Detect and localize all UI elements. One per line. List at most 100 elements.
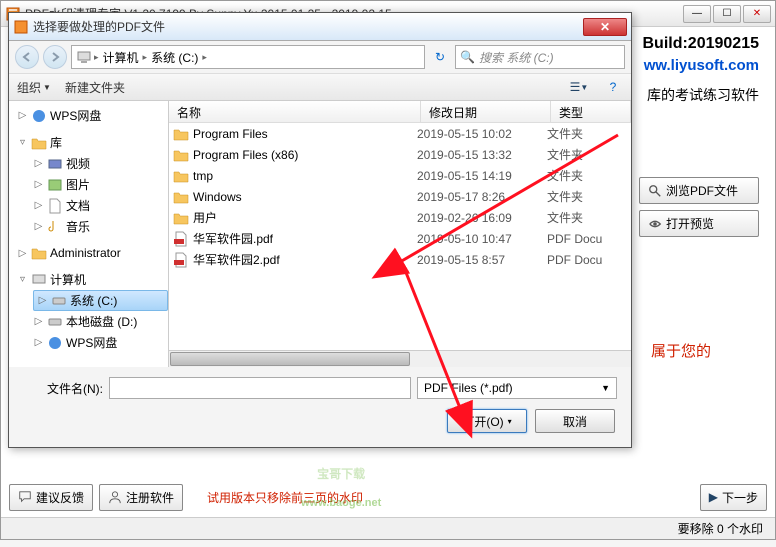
file-date: 2019-05-15 13:32 — [417, 148, 547, 162]
next-label: 下一步 — [722, 489, 758, 506]
file-type: 文件夹 — [547, 167, 627, 184]
file-type: 文件夹 — [547, 188, 627, 205]
list-item[interactable]: Program Files (x86)2019-05-15 13:32文件夹 — [169, 144, 631, 165]
dialog-icon — [13, 19, 29, 35]
next-button[interactable]: ▶ 下一步 — [700, 484, 767, 511]
view-button[interactable]: ☰ ▼ — [569, 77, 589, 97]
nav-forward-button[interactable] — [43, 45, 67, 69]
pdf-icon — [173, 252, 189, 268]
build-label: Build:20190215 — [642, 35, 759, 53]
folder-icon — [173, 147, 189, 163]
file-date: 2019-05-15 14:19 — [417, 169, 547, 183]
tree-drive-c[interactable]: ▷系统 (C:) — [33, 290, 168, 311]
cancel-button[interactable]: 取消 — [535, 409, 615, 433]
search-icon: 🔍 — [460, 50, 475, 64]
dialog-toolbar: 组织 ▼ 新建文件夹 ☰ ▼ ? — [9, 73, 631, 101]
list-item[interactable]: Program Files2019-05-15 10:02文件夹 — [169, 123, 631, 144]
tree-wps[interactable]: ▷WPS网盘 — [9, 105, 168, 126]
file-name: 用户 — [193, 209, 417, 226]
list-item[interactable]: 用户2019-02-26 16:09文件夹 — [169, 207, 631, 228]
user-icon — [108, 490, 122, 504]
tree-admin[interactable]: ▷Administrator — [9, 243, 168, 263]
col-type[interactable]: 类型 — [551, 101, 631, 122]
browse-pdf-button[interactable]: 浏览PDF文件 — [639, 177, 759, 204]
file-date: 2019-05-15 8:57 — [417, 253, 547, 267]
filename-label: 文件名(N): — [23, 380, 103, 397]
horizontal-scrollbar[interactable] — [169, 350, 631, 367]
list-item[interactable]: 华军软件园2.pdf2019-05-15 8:57PDF Docu — [169, 249, 631, 270]
chat-icon — [18, 490, 32, 504]
promo-label: 库的考试练习软件 — [647, 85, 759, 105]
filetype-filter[interactable]: PDF Files (*.pdf)▼ — [417, 377, 617, 399]
close-button[interactable]: ✕ — [743, 5, 771, 23]
register-button[interactable]: 注册软件 — [99, 484, 183, 511]
file-date: 2019-05-15 10:02 — [417, 127, 547, 141]
search-icon — [648, 184, 662, 198]
file-name: Program Files — [193, 127, 417, 141]
preview-icon — [648, 217, 662, 231]
file-type: 文件夹 — [547, 125, 627, 142]
tree-library[interactable]: ▿库 — [9, 132, 168, 153]
list-item[interactable]: 华军软件园.pdf2019-05-10 10:47PDF Docu — [169, 228, 631, 249]
list-item[interactable]: Windows2019-05-17 8:26文件夹 — [169, 186, 631, 207]
dialog-nav: ▸ 计算机 ▸ 系统 (C:) ▸ ↻ 🔍 搜索 系统 (C:) — [9, 41, 631, 73]
col-name[interactable]: 名称 — [169, 101, 421, 122]
tree-wps2[interactable]: ▷WPS网盘 — [9, 332, 168, 353]
dialog-title: 选择要做处理的PDF文件 — [33, 18, 583, 35]
open-button[interactable]: 打开(O)▾ — [447, 409, 527, 433]
dialog-close-button[interactable]: ✕ — [583, 18, 627, 36]
folder-icon — [173, 126, 189, 142]
list-header: 名称 修改日期 类型 — [169, 101, 631, 123]
tree-drive-d[interactable]: ▷本地磁盘 (D:) — [9, 311, 168, 332]
file-date: 2019-05-17 8:26 — [417, 190, 547, 204]
organize-menu[interactable]: 组织 ▼ — [17, 79, 51, 96]
file-date: 2019-05-10 10:47 — [417, 232, 547, 246]
computer-icon — [76, 49, 92, 65]
file-type: 文件夹 — [547, 146, 627, 163]
file-name: 华军软件园.pdf — [193, 230, 417, 247]
tree-documents[interactable]: ▷文档 — [9, 195, 168, 216]
help-button[interactable]: ? — [603, 77, 623, 97]
col-date[interactable]: 修改日期 — [421, 101, 551, 122]
refresh-button[interactable]: ↻ — [429, 46, 451, 68]
search-placeholder: 搜索 系统 (C:) — [479, 49, 554, 66]
breadcrumb-computer[interactable]: 计算机 — [101, 49, 141, 66]
breadcrumb[interactable]: ▸ 计算机 ▸ 系统 (C:) ▸ — [71, 45, 425, 69]
file-date: 2019-02-26 16:09 — [417, 211, 547, 225]
minimize-button[interactable]: — — [683, 5, 711, 23]
folder-tree[interactable]: ▷WPS网盘 ▿库 ▷视频 ▷图片 ▷文档 ▷音乐 ▷Administrator… — [9, 101, 169, 367]
file-type: PDF Docu — [547, 253, 627, 267]
tree-video[interactable]: ▷视频 — [9, 153, 168, 174]
file-open-dialog: 选择要做处理的PDF文件 ✕ ▸ 计算机 ▸ 系统 (C:) ▸ ↻ 🔍 搜索 … — [8, 12, 632, 448]
status-bar: 要移除 0 个水印 — [1, 517, 775, 539]
folder-icon — [173, 168, 189, 184]
tree-music[interactable]: ▷音乐 — [9, 216, 168, 237]
newfolder-button[interactable]: 新建文件夹 — [65, 79, 125, 96]
maximize-button[interactable]: ☐ — [713, 5, 741, 23]
open-preview-label: 打开预览 — [666, 215, 714, 232]
list-item[interactable]: tmp2019-05-15 14:19文件夹 — [169, 165, 631, 186]
register-label: 注册软件 — [126, 489, 174, 506]
file-name: tmp — [193, 169, 417, 183]
tree-pictures[interactable]: ▷图片 — [9, 174, 168, 195]
file-name: Program Files (x86) — [193, 148, 417, 162]
file-list: 名称 修改日期 类型 Program Files2019-05-15 10:02… — [169, 101, 631, 367]
folder-icon — [173, 210, 189, 226]
file-type: PDF Docu — [547, 232, 627, 246]
red-text: 属于您的 — [651, 340, 711, 361]
feedback-label: 建议反馈 — [36, 489, 84, 506]
trial-note: 试用版本只移除前三页的水印 — [207, 489, 363, 506]
pdf-icon — [173, 231, 189, 247]
url-label: ww.liyusoft.com — [644, 57, 759, 74]
open-preview-button[interactable]: 打开预览 — [639, 210, 759, 237]
filename-input[interactable] — [109, 377, 411, 399]
file-type: 文件夹 — [547, 209, 627, 226]
feedback-button[interactable]: 建议反馈 — [9, 484, 93, 511]
file-name: 华军软件园2.pdf — [193, 251, 417, 268]
search-input[interactable]: 🔍 搜索 系统 (C:) — [455, 45, 625, 69]
tree-computer[interactable]: ▿计算机 — [9, 269, 168, 290]
dialog-titlebar: 选择要做处理的PDF文件 ✕ — [9, 13, 631, 41]
nav-back-button[interactable] — [15, 45, 39, 69]
breadcrumb-drive[interactable]: 系统 (C:) — [149, 49, 200, 66]
file-name: Windows — [193, 190, 417, 204]
